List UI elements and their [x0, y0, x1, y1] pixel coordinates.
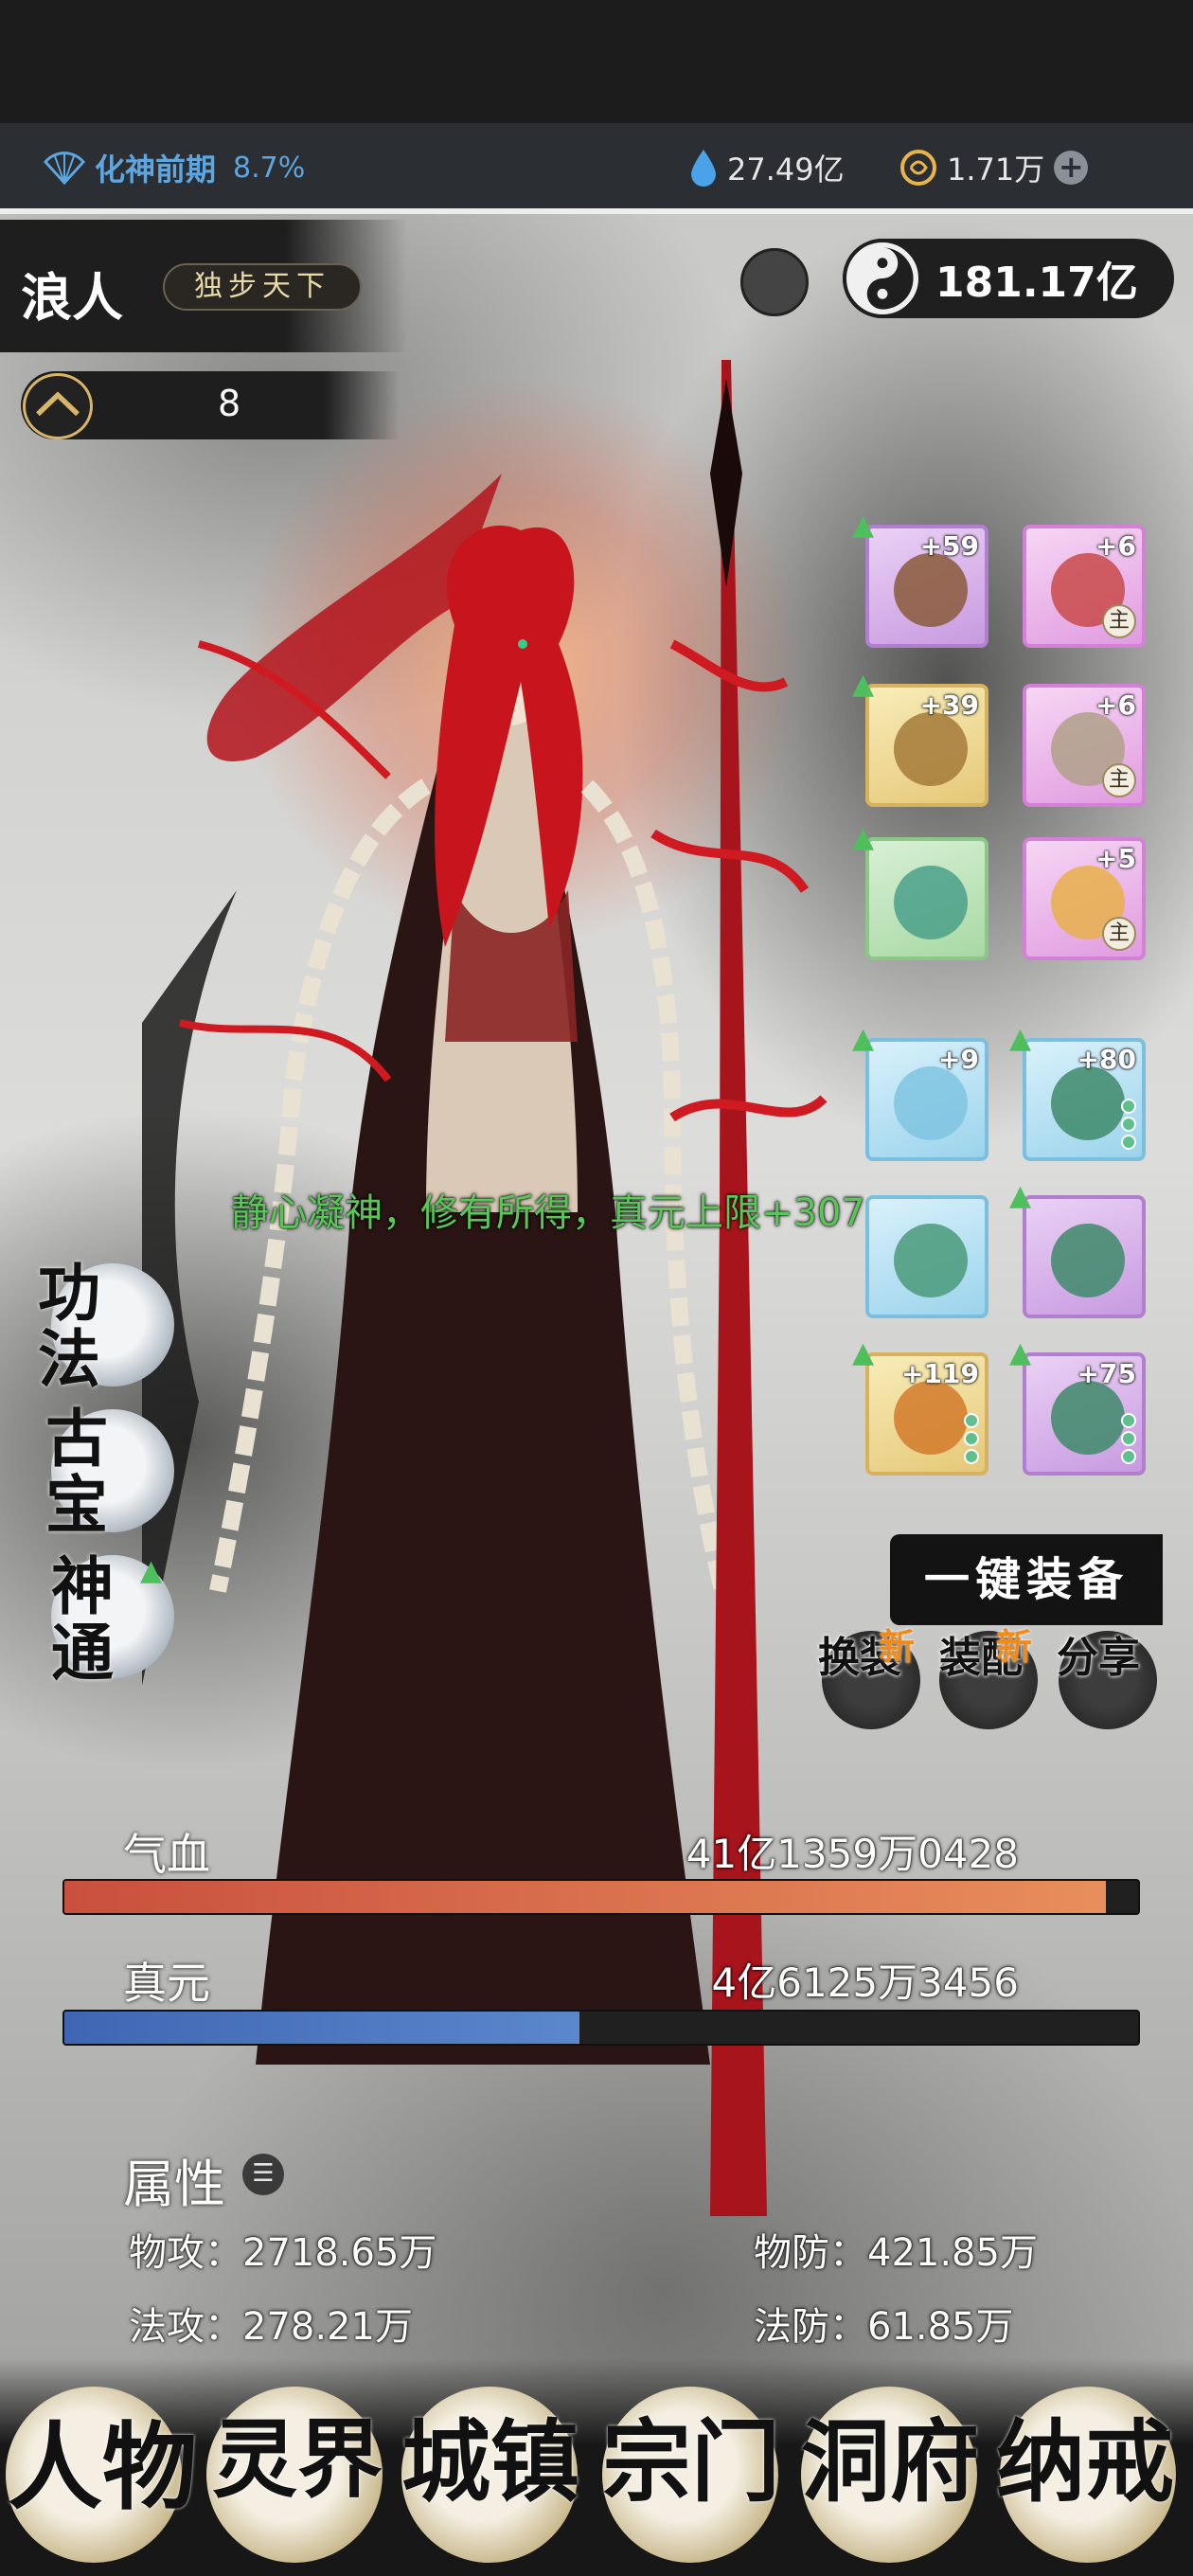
share-label: 分享 — [1057, 1634, 1140, 1682]
beast-icon — [894, 1224, 968, 1297]
combat-power-value: 181.17亿 — [935, 259, 1138, 307]
level-emblem-icon — [23, 373, 93, 439]
new-badge: 新 — [996, 1625, 1033, 1668]
hp-bar-fill — [64, 1881, 1106, 1913]
faction-emblem-icon[interactable] — [740, 248, 809, 316]
character-title[interactable]: 独步天下 — [163, 263, 362, 311]
equip-slot-bracelet[interactable] — [865, 837, 988, 960]
gem-slots — [1121, 1099, 1136, 1150]
equip-all-button[interactable]: 一键装备 — [890, 1534, 1163, 1625]
nav-character-label: 人物 — [8, 2411, 197, 2523]
realm-name: 化神前期 — [95, 152, 217, 188]
nav-cave-label: 洞府 — [801, 2410, 980, 2514]
bracelet-icon — [894, 866, 968, 939]
equip-level: +75 — [1077, 1358, 1136, 1389]
equip-level: +5 — [1095, 843, 1136, 874]
fan-icon — [44, 152, 85, 186]
equip-slot-weapon[interactable]: +59 — [865, 525, 988, 648]
equip-slot-orb[interactable]: +119 — [865, 1352, 988, 1476]
equip-slot-artifact-2[interactable]: +6 主 — [1023, 684, 1146, 807]
list-icon[interactable]: ☰ — [242, 2154, 284, 2195]
attributes-title: 属性 — [123, 2155, 225, 2214]
physical-defense: 物防：421.85万 — [754, 2231, 1038, 2275]
equip-level: +39 — [919, 689, 979, 721]
equip-level: +59 — [919, 530, 979, 562]
magic-label: 神通 — [51, 1549, 114, 1690]
main-tag: 主 — [1102, 763, 1136, 797]
upgrade-arrow-icon: ▲ — [1009, 1336, 1032, 1369]
equip-level: +6 — [1095, 689, 1136, 721]
beast-icon — [1051, 1224, 1125, 1297]
combat-power[interactable]: 181.17亿 — [843, 239, 1174, 318]
cultivation-message: 静心凝神，修有所得，真元上限+307 — [231, 1191, 865, 1235]
nav-storage-label: 纳戒 — [996, 2410, 1175, 2514]
mp-value: 4亿6125万3456 — [711, 1959, 1020, 2006]
mp-label: 真元 — [123, 1958, 210, 2009]
equip-slot-staff[interactable]: +9 — [865, 1038, 988, 1161]
spirit-stone-value: 27.49亿 — [727, 152, 845, 188]
staff-icon — [894, 1066, 968, 1140]
upgrade-arrow-icon: ▲ — [140, 1554, 163, 1587]
equip-slot-artifact-3[interactable]: +5 主 — [1023, 837, 1146, 960]
upgrade-arrow-icon: ▲ — [852, 1336, 875, 1369]
equip-level: +6 — [1095, 530, 1136, 562]
nav-sect-label: 宗门 — [602, 2410, 781, 2514]
upgrade-arrow-icon: ▲ — [852, 668, 875, 701]
main-tag: 主 — [1102, 917, 1136, 951]
equip-slot-artifact-1[interactable]: +6 主 — [1023, 525, 1146, 648]
coin-icon — [900, 150, 936, 186]
top-wave-decoration — [0, 0, 1193, 123]
upgrade-arrow-icon: ▲ — [852, 509, 875, 542]
scene-divider — [0, 208, 1193, 214]
equip-slot-pet-1[interactable]: +80 — [1023, 1038, 1146, 1161]
equip-level: +119 — [901, 1358, 979, 1389]
hp-value: 41亿1359万0428 — [686, 1831, 1019, 1877]
equip-level: +80 — [1077, 1044, 1136, 1075]
physical-attack: 物攻：2718.65万 — [129, 2231, 437, 2275]
level-value: 8 — [218, 383, 241, 424]
beast-icon — [1051, 1066, 1125, 1140]
hp-bar — [62, 1879, 1140, 1915]
upgrade-arrow-icon: ▲ — [852, 1022, 875, 1055]
beast-icon — [1051, 1381, 1125, 1455]
character-illustration — [142, 360, 828, 2216]
realm-progress: 8.7% — [233, 151, 306, 185]
nav-town-label: 城镇 — [401, 2410, 580, 2514]
spirit-stone-counter[interactable]: 27.49亿 — [689, 146, 845, 189]
skills-label: 功法 — [38, 1256, 100, 1396]
magic-defense: 法防：61.85万 — [754, 2305, 1014, 2349]
upgrade-arrow-icon: ▲ — [1009, 1179, 1032, 1212]
gem-slots — [964, 1413, 979, 1464]
water-drop-icon — [691, 150, 716, 187]
character-name: 浪人 — [21, 267, 123, 328]
mp-bar — [62, 2010, 1140, 2046]
equip-slot-pet-2[interactable] — [1023, 1195, 1146, 1318]
gold-counter[interactable]: 1.71万 + — [899, 146, 1089, 189]
treasure-label: 古宝 — [45, 1402, 108, 1542]
upgrade-arrow-icon: ▲ — [852, 821, 875, 854]
hp-label: 气血 — [123, 1829, 210, 1880]
add-currency-button[interactable]: + — [1054, 151, 1089, 185]
upgrade-arrow-icon: ▲ — [1009, 1022, 1032, 1055]
orb-icon — [894, 1381, 968, 1455]
gem-slots — [1121, 1413, 1136, 1464]
sword-icon — [894, 553, 968, 627]
status-bar: 化神前期 8.7% 27.49亿 1.71万 + — [0, 123, 1193, 208]
equip-slot-armor[interactable]: +39 — [865, 684, 988, 807]
realm-indicator[interactable]: 化神前期 8.7% — [44, 146, 305, 189]
magic-attack: 法攻：278.21万 — [129, 2305, 413, 2349]
yinyang-icon — [843, 239, 922, 318]
gold-value: 1.71万 — [947, 152, 1045, 188]
equip-level: +9 — [938, 1044, 979, 1075]
main-tag: 主 — [1102, 604, 1136, 638]
new-badge: 新 — [879, 1625, 916, 1668]
nav-spirit-realm-label: 灵界 — [212, 2409, 383, 2510]
armor-icon — [894, 712, 968, 786]
mp-bar-fill — [64, 2012, 580, 2044]
equip-slot-pet-3[interactable]: +75 — [1023, 1352, 1146, 1476]
equip-slot-spirit-beast[interactable] — [865, 1195, 988, 1318]
